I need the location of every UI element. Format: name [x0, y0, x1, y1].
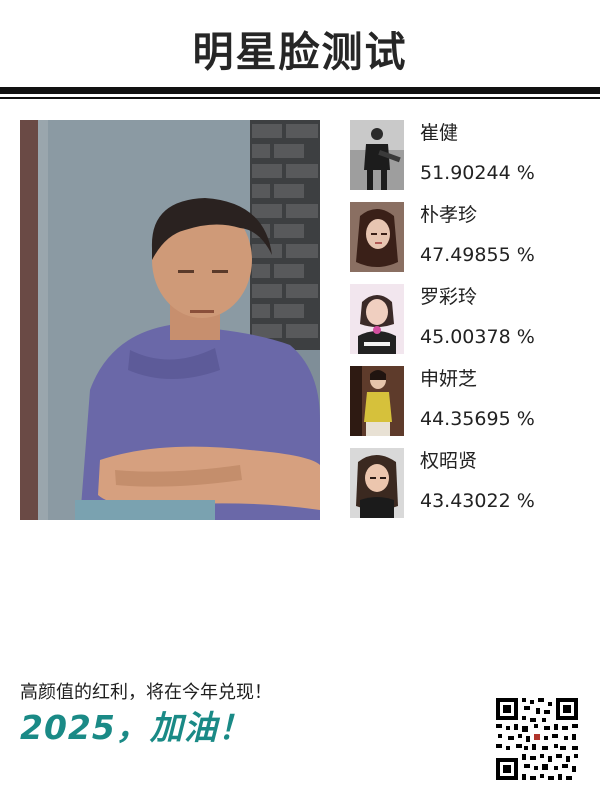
match-score: 44.35695 %	[420, 408, 535, 430]
page: 明星脸测试 崔健 51.90244 % 朴孝珍 47.49855 % 罗彩玲 4…	[0, 0, 600, 800]
match-name: 崔健	[420, 122, 459, 144]
qr-code-icon[interactable]	[494, 696, 580, 782]
match-name: 申妍芝	[420, 368, 478, 390]
match-score: 43.43022 %	[420, 490, 535, 512]
match-name: 罗彩玲	[420, 286, 478, 308]
match-item[interactable]: 权昭贤 43.43022 %	[350, 448, 590, 518]
page-title: 明星脸测试	[192, 28, 408, 76]
match-score: 45.00378 %	[420, 326, 535, 348]
header-rule-thick	[0, 87, 600, 94]
celebrity-photo-icon	[350, 284, 404, 354]
match-item[interactable]: 朴孝珍 47.49855 %	[350, 202, 590, 272]
celebrity-photo-icon	[350, 366, 404, 436]
match-score: 47.49855 %	[420, 244, 535, 266]
user-photo	[20, 120, 320, 520]
match-item[interactable]: 罗彩玲 45.00378 %	[350, 284, 590, 354]
match-name: 权昭贤	[420, 450, 478, 472]
user-photo-image	[20, 120, 320, 520]
footer-text: 高颜值的红利，将在今年兑现！	[20, 682, 272, 703]
match-item[interactable]: 申妍芝 44.35695 %	[350, 366, 590, 436]
match-score: 51.90244 %	[420, 162, 535, 184]
celebrity-photo-icon	[350, 448, 404, 518]
celebrity-photo-icon	[350, 202, 404, 272]
match-name: 朴孝珍	[420, 204, 478, 226]
header-rule-thin	[0, 97, 600, 99]
footer-slogan: 2025，加油！	[20, 708, 252, 747]
celebrity-photo-icon	[350, 120, 404, 190]
match-item[interactable]: 崔健 51.90244 %	[350, 120, 590, 190]
